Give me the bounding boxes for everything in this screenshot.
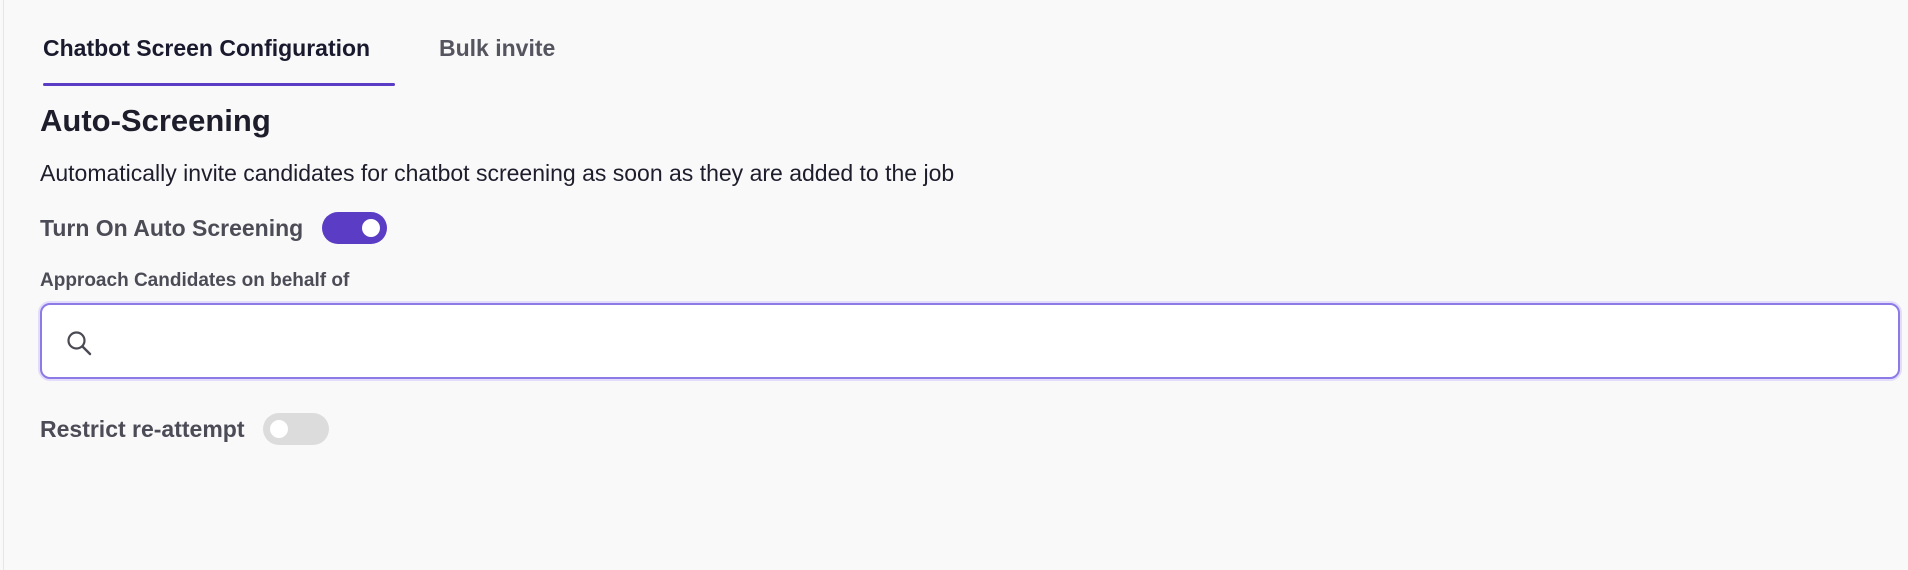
tab-bar: Chatbot Screen Configuration Bulk invite [43, 0, 555, 86]
auto-screening-toggle[interactable] [322, 212, 388, 244]
approach-candidates-input[interactable] [110, 313, 1880, 369]
section-description: Automatically invite candidates for chat… [40, 160, 955, 186]
restrict-reattempt-toggle[interactable] [262, 413, 329, 445]
auto-screening-label: Turn On Auto Screening [40, 214, 304, 241]
restrict-reattempt-label: Restrict re-attempt [40, 415, 245, 442]
approach-candidates-label: Approach Candidates on behalf of [40, 270, 350, 291]
auto-screening-row: Turn On Auto Screening [40, 212, 388, 244]
tab-bulk-invite[interactable]: Bulk invite [439, 0, 555, 86]
toggle-knob [362, 219, 381, 237]
tab-chatbot-screen-configuration[interactable]: Chatbot Screen Configuration [43, 0, 395, 86]
page: Chatbot Screen Configuration Bulk invite… [0, 0, 1908, 570]
toggle-knob [269, 420, 288, 438]
approach-candidates-search[interactable] [40, 303, 1900, 379]
section-title: Auto-Screening [40, 103, 271, 138]
restrict-reattempt-row: Restrict re-attempt [40, 413, 329, 445]
left-panel-edge [0, 0, 4, 570]
search-icon [67, 331, 92, 356]
